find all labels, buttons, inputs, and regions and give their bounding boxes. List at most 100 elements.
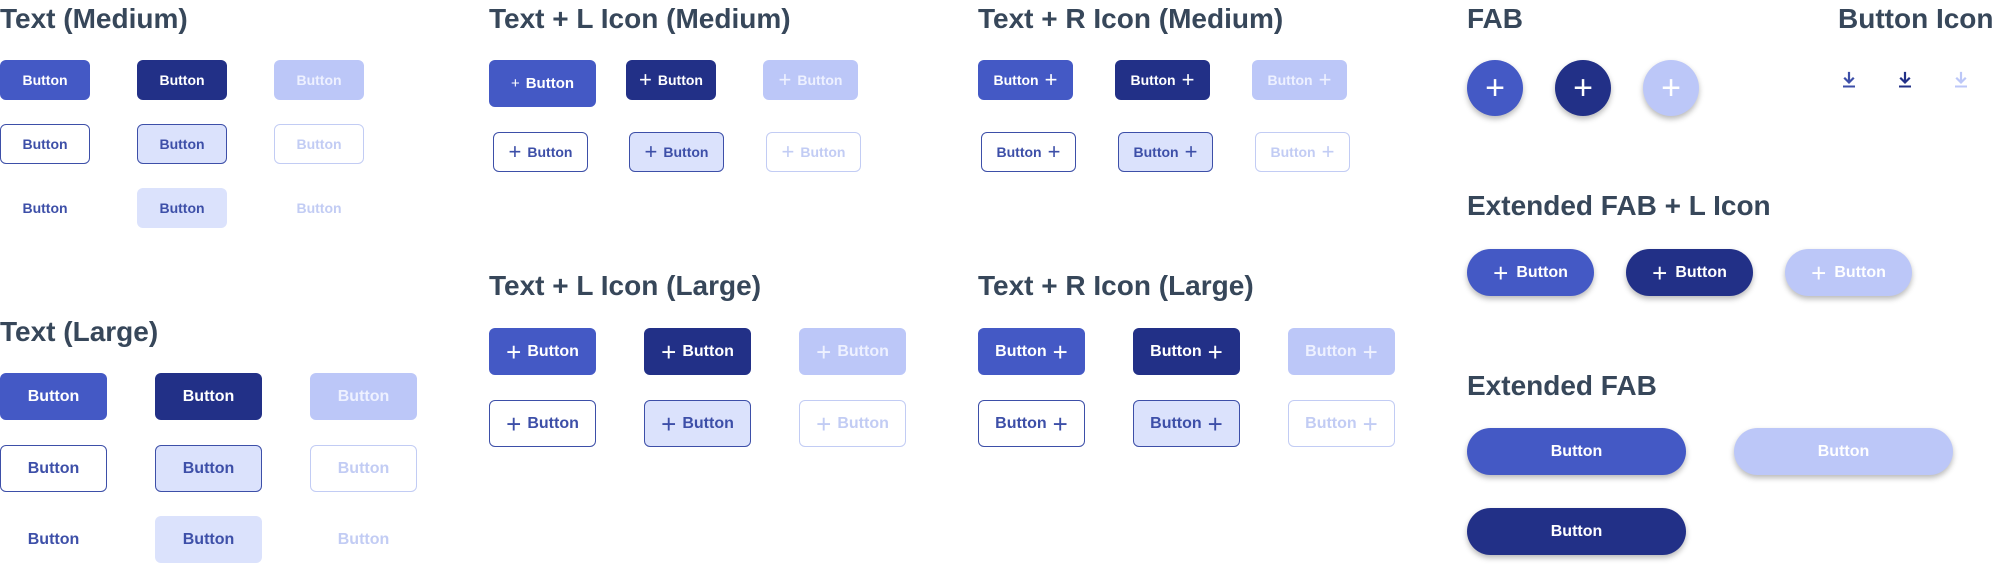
r-icon-medium-filled-disabled-button[interactable]: Button + [1252, 60, 1347, 100]
plus-icon: + [1573, 68, 1593, 107]
l-icon-large-filled-pressed-button[interactable]: + Button [644, 328, 751, 375]
text-large-filled-pressed-button[interactable]: Button [155, 373, 262, 420]
button-label: Button [527, 342, 579, 360]
button-label: Button [1550, 442, 1603, 460]
button-label: Button [296, 72, 342, 88]
plus-icon: + [1052, 408, 1068, 439]
plus-icon: + [1321, 139, 1335, 164]
text-large-text-button[interactable]: Button [0, 516, 107, 563]
button-label: Button [1834, 263, 1886, 281]
text-large-outline-button[interactable]: Button [0, 445, 107, 492]
button-label: Button [800, 144, 846, 160]
button-label: Button [1150, 414, 1202, 432]
button-label: Button [1817, 442, 1870, 460]
r-icon-large-filled-pressed-button[interactable]: Button + [1133, 328, 1240, 375]
r-icon-medium-outline-disabled-button[interactable]: Button + [1255, 132, 1350, 172]
fab-button[interactable]: + [1467, 60, 1523, 116]
button-label: Button [657, 72, 703, 88]
button-label: Button [1305, 342, 1357, 360]
button-label: Button [527, 414, 579, 432]
r-icon-medium-filled-pressed-button[interactable]: Button + [1115, 60, 1210, 100]
text-medium-filled-button[interactable]: Button [0, 60, 90, 100]
title-text-large: Text (Large) [0, 316, 159, 347]
plus-icon: + [639, 67, 652, 92]
l-icon-large-filled-button[interactable]: + Button [489, 328, 596, 375]
button-label: Button [337, 387, 390, 405]
button-label: Button [995, 342, 1047, 360]
title-fab: FAB [1467, 3, 1523, 34]
text-medium-outline-selected-button[interactable]: Button [137, 124, 227, 164]
button-label: Button [1267, 72, 1313, 88]
text-medium-filled-disabled-button[interactable]: Button [274, 60, 364, 100]
button-label: Button [182, 387, 235, 405]
button-label: Button [22, 72, 68, 88]
button-label: Button [996, 144, 1042, 160]
text-large-outline-selected-button[interactable]: Button [155, 445, 262, 492]
extended-fab-l-icon-pressed-button[interactable]: + Button [1626, 249, 1753, 296]
r-icon-medium-outline-selected-button[interactable]: Button + [1118, 132, 1213, 172]
download-icon-button-pressed[interactable] [1892, 67, 1918, 93]
r-icon-large-outline-button[interactable]: Button + [978, 400, 1085, 447]
plus-icon: + [1362, 408, 1378, 439]
l-icon-medium-outline-disabled-button[interactable]: + Button [766, 132, 861, 172]
plus-icon: + [506, 408, 522, 439]
l-icon-medium-outline-selected-button[interactable]: + Button [629, 132, 724, 172]
button-label: Button [22, 200, 68, 216]
r-icon-medium-filled-button[interactable]: Button + [978, 60, 1073, 100]
text-medium-filled-pressed-button[interactable]: Button [137, 60, 227, 100]
r-icon-medium-outline-button[interactable]: Button + [981, 132, 1076, 172]
text-medium-text-selected-button[interactable]: Button [137, 188, 227, 228]
button-label: Button [296, 136, 342, 152]
plus-icon: + [1207, 408, 1223, 439]
button-label: Button [27, 387, 80, 405]
button-label: Button [1133, 144, 1179, 160]
plus-icon: + [508, 139, 522, 164]
text-large-outline-disabled-button[interactable]: Button [310, 445, 417, 492]
l-icon-large-outline-disabled-button[interactable]: + Button [799, 400, 906, 447]
title-text-l-icon-medium: Text + L Icon (Medium) [489, 3, 791, 34]
text-medium-outline-button[interactable]: Button [0, 124, 90, 164]
button-label: Button [682, 414, 734, 432]
l-icon-medium-outline-button[interactable]: + Button [493, 132, 588, 172]
button-label: Button [1305, 414, 1357, 432]
plus-icon: + [1485, 68, 1505, 107]
r-icon-large-outline-disabled-button[interactable]: Button + [1288, 400, 1395, 447]
l-icon-medium-filled-disabled-button[interactable]: + Button [763, 60, 858, 100]
text-large-text-disabled-button[interactable]: Button [310, 516, 417, 563]
extended-fab-l-icon-disabled-button[interactable]: + Button [1785, 249, 1912, 296]
l-icon-large-filled-disabled-button[interactable]: + Button [799, 328, 906, 375]
l-icon-large-outline-selected-button[interactable]: + Button [644, 400, 751, 447]
text-medium-outline-disabled-button[interactable]: Button [274, 124, 364, 164]
extended-fab-pressed-button[interactable]: Button [1467, 508, 1686, 555]
download-icon-button-disabled[interactable] [1948, 67, 1974, 93]
button-label: Button [296, 200, 342, 216]
l-icon-medium-filled-pressed-button[interactable]: + Button [626, 60, 716, 100]
extended-fab-l-icon-button[interactable]: + Button [1467, 249, 1594, 296]
r-icon-large-filled-button[interactable]: Button + [978, 328, 1085, 375]
extended-fab-button[interactable]: Button [1467, 428, 1686, 475]
extended-fab-disabled-button[interactable]: Button [1734, 428, 1953, 475]
l-icon-medium-filled-button[interactable]: + Button [489, 60, 596, 107]
text-medium-text-disabled-button[interactable]: Button [274, 188, 364, 228]
r-icon-large-outline-selected-button[interactable]: Button + [1133, 400, 1240, 447]
text-large-text-selected-button[interactable]: Button [155, 516, 262, 563]
plus-icon: + [781, 139, 795, 164]
text-large-filled-button[interactable]: Button [0, 373, 107, 420]
download-icon [1955, 71, 1967, 88]
title-text-l-icon-large: Text + L Icon (Large) [489, 270, 762, 301]
button-label: Button [27, 530, 80, 548]
fab-pressed-button[interactable]: + [1555, 60, 1611, 116]
fab-disabled-button[interactable]: + [1643, 60, 1699, 116]
text-large-filled-disabled-button[interactable]: Button [310, 373, 417, 420]
download-icon-button[interactable] [1836, 67, 1862, 93]
title-extended-fab-l-icon: Extended FAB + L Icon [1467, 190, 1771, 221]
button-label: Button [1270, 144, 1316, 160]
r-icon-large-filled-disabled-button[interactable]: Button + [1288, 328, 1395, 375]
button-label: Button [337, 530, 390, 548]
plus-icon: + [1811, 257, 1827, 288]
l-icon-large-outline-button[interactable]: + Button [489, 400, 596, 447]
button-label: Button [682, 342, 734, 360]
button-label: Button [159, 136, 205, 152]
text-medium-text-button[interactable]: Button [0, 188, 90, 228]
plus-icon: + [1052, 336, 1068, 367]
